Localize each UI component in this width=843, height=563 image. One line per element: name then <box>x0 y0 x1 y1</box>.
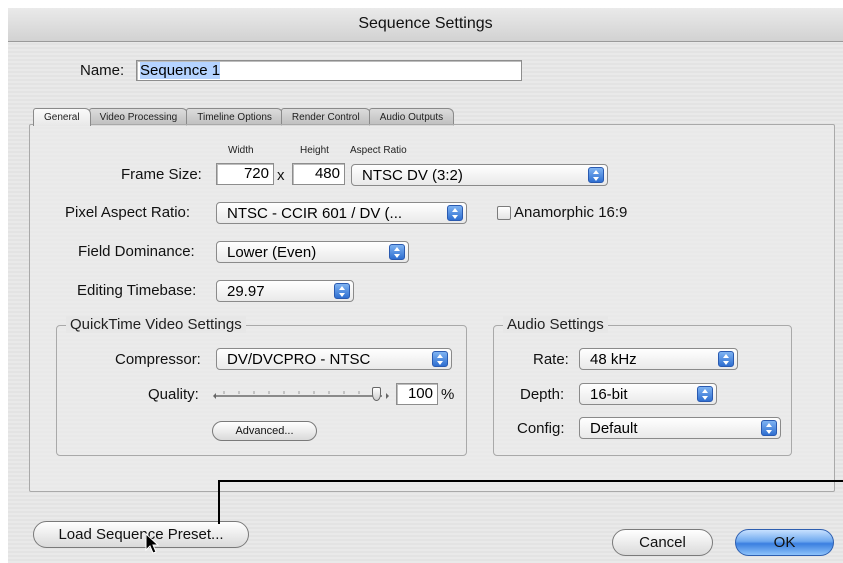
anamorphic-label: Anamorphic 16:9 <box>514 204 628 221</box>
rate-value: 48 kHz <box>590 351 637 368</box>
field-dominance-popup[interactable]: Lower (Even) <box>216 241 409 263</box>
rate-label: Rate: <box>533 351 569 368</box>
compressor-label: Compressor: <box>115 351 201 368</box>
quality-slider-track-icon <box>213 391 389 399</box>
title-bar: Sequence Settings <box>8 8 843 42</box>
popup-arrows-icon <box>447 205 463 221</box>
editing-timebase-value: 29.97 <box>227 283 265 300</box>
name-field[interactable]: Sequence 1 <box>136 60 522 81</box>
pixel-aspect-label: Pixel Aspect Ratio: <box>65 204 191 221</box>
anamorphic-checkbox[interactable] <box>497 206 511 220</box>
rate-popup[interactable]: 48 kHz <box>579 348 738 370</box>
field-dominance-label: Field Dominance: <box>78 243 195 260</box>
quality-label: Quality: <box>148 386 199 403</box>
config-label: Config: <box>517 420 565 437</box>
frame-height-field[interactable]: 480 <box>292 163 345 185</box>
cancel-button[interactable]: Cancel <box>612 529 713 556</box>
quality-value-field[interactable]: 100 <box>396 383 438 405</box>
callout-line-vertical <box>218 480 220 524</box>
frame-width-field[interactable]: 720 <box>216 163 274 185</box>
name-value: Sequence 1 <box>140 62 221 79</box>
config-popup[interactable]: Default <box>579 417 781 439</box>
pixel-aspect-value: NTSC - CCIR 601 / DV (... <box>227 205 403 222</box>
advanced-button[interactable]: Advanced... <box>212 421 317 441</box>
height-header: Height <box>300 145 329 156</box>
callout-line-horizontal <box>218 480 843 482</box>
popup-arrows-icon <box>432 351 448 367</box>
popup-arrows-icon <box>389 244 405 260</box>
quicktime-group-title: QuickTime Video Settings <box>66 316 246 333</box>
editing-timebase-label: Editing Timebase: <box>77 282 197 299</box>
window-title: Sequence Settings <box>358 15 493 32</box>
field-dominance-value: Lower (Even) <box>227 244 317 261</box>
mouse-cursor-icon <box>145 533 160 554</box>
aspect-ratio-header: Aspect Ratio <box>350 145 407 156</box>
pixel-aspect-popup[interactable]: NTSC - CCIR 601 / DV (... <box>216 202 467 224</box>
popup-arrows-icon <box>697 386 713 402</box>
width-header: Width <box>228 145 254 156</box>
popup-arrows-icon <box>588 167 604 183</box>
ok-button[interactable]: OK <box>735 529 834 556</box>
depth-value: 16-bit <box>590 386 628 403</box>
frame-size-label: Frame Size: <box>121 166 202 183</box>
popup-arrows-icon <box>761 420 777 436</box>
config-value: Default <box>590 420 638 437</box>
depth-popup[interactable]: 16-bit <box>579 383 717 405</box>
quality-slider-thumb[interactable] <box>372 387 381 401</box>
compressor-popup[interactable]: DV/DVCPRO - NTSC <box>216 348 452 370</box>
compressor-value: DV/DVCPRO - NTSC <box>227 351 371 368</box>
popup-arrows-icon <box>718 351 734 367</box>
tab-bar: General Video Processing Timeline Option… <box>33 108 455 126</box>
name-label: Name: <box>80 62 125 79</box>
audio-group-title: Audio Settings <box>503 316 608 333</box>
quality-slider[interactable] <box>212 387 390 401</box>
editing-timebase-popup[interactable]: 29.97 <box>216 280 354 302</box>
aspect-ratio-value: NTSC DV (3:2) <box>362 167 463 184</box>
tab-general[interactable]: General <box>33 108 91 126</box>
depth-label: Depth: <box>520 386 565 403</box>
popup-arrows-icon <box>334 283 350 299</box>
frame-size-separator: x <box>277 167 285 184</box>
aspect-ratio-popup[interactable]: NTSC DV (3:2) <box>351 164 608 186</box>
load-sequence-preset-button[interactable]: Load Sequence Preset... <box>33 521 249 548</box>
quality-unit: % <box>441 386 455 403</box>
